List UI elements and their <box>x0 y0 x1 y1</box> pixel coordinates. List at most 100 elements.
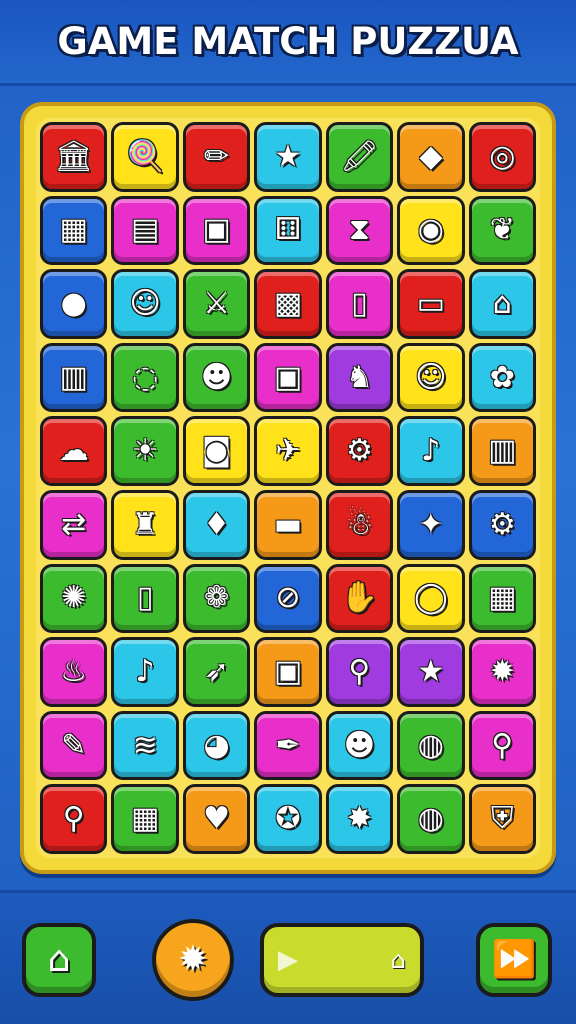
board-tile[interactable]: ✋ <box>325 563 394 634</box>
board-tile[interactable]: ▣ <box>254 637 322 707</box>
board-tile[interactable]: ◆ <box>397 122 465 192</box>
board-tile[interactable]: ⚙ <box>468 489 536 560</box>
board-tile[interactable]: ♥ <box>182 784 251 854</box>
board-tile[interactable]: ⧗ <box>325 195 394 266</box>
ring-donut-icon: ◯ <box>414 580 448 616</box>
board-tile[interactable]: ✹ <box>468 637 536 707</box>
home-button[interactable]: ⌂ <box>22 923 96 997</box>
play-panel[interactable]: ▶ ⌂ <box>260 923 424 997</box>
settings-button[interactable]: ✹ <box>152 919 234 1001</box>
board-tile[interactable]: ☺ <box>397 342 465 413</box>
board-tile[interactable]: ⇄ <box>40 489 108 560</box>
board-tile[interactable]: ✏ <box>182 122 251 192</box>
board-tile[interactable]: ♨ <box>40 637 108 707</box>
carousel-icon: ⌂ <box>492 285 512 321</box>
board-tile[interactable]: ◌ <box>111 342 179 413</box>
board-tile[interactable]: ☁ <box>40 416 108 486</box>
board-tile[interactable]: ◕ <box>182 710 251 781</box>
board-tile[interactable]: ▦ <box>468 563 536 634</box>
board-tile[interactable]: ⚙ <box>325 416 394 486</box>
board-tile[interactable]: ♞ <box>325 342 394 413</box>
board-tile[interactable]: ▩ <box>254 269 322 339</box>
board-tile[interactable]: ☺ <box>111 269 179 339</box>
board-tile[interactable]: ⚲ <box>325 637 394 707</box>
board-tile[interactable]: ✿ <box>468 342 536 413</box>
lens-icon: ⊘ <box>275 580 301 616</box>
board-tile[interactable]: ◎ <box>468 122 536 192</box>
board-tile[interactable]: ♦ <box>182 489 251 560</box>
splat-icon: ✸ <box>346 801 372 837</box>
board-tile[interactable]: ☃ <box>325 489 394 560</box>
board-tile[interactable]: ▭ <box>397 269 465 339</box>
board-tile[interactable]: ✒ <box>254 710 322 781</box>
board-tile[interactable]: ◍ <box>397 710 465 781</box>
board-tile[interactable]: ▯ <box>325 269 394 339</box>
card-icon: ▯ <box>351 285 368 321</box>
board-tile[interactable]: ☻ <box>182 342 251 413</box>
flower-icon: ✿ <box>489 359 515 395</box>
board-tile[interactable]: ⚔ <box>182 269 251 339</box>
settings-icon: ✹ <box>177 939 209 980</box>
board-tile[interactable]: ▯ <box>111 563 179 634</box>
board-tile[interactable]: ◙ <box>182 416 251 486</box>
crayon-icon: 🖍 <box>340 138 379 174</box>
board-tile[interactable]: ▦ <box>40 195 108 266</box>
board-tile[interactable]: ▣ <box>254 342 322 413</box>
devil-icon: ☻ <box>200 359 233 395</box>
board-tile[interactable]: ✺ <box>40 563 108 634</box>
board-tile[interactable]: ✦ <box>397 489 465 560</box>
puzzle-gear-icon: ⚙ <box>488 506 516 542</box>
phone-icon: ▤ <box>130 212 160 248</box>
board-tile[interactable]: ⊘ <box>254 563 322 634</box>
house-icon: ▦ <box>130 801 160 837</box>
board-tile[interactable]: ▥ <box>468 416 536 486</box>
board-tile[interactable]: ● <box>40 269 108 339</box>
board-tile[interactable]: ▬ <box>254 489 322 560</box>
sword-icon: ⚔ <box>203 285 231 321</box>
board-tile[interactable]: ⚲ <box>468 710 536 781</box>
board-tile[interactable]: ✎ <box>40 710 108 781</box>
shield-heart-icon: ♥ <box>203 801 231 837</box>
board-tile[interactable]: ♪ <box>397 416 465 486</box>
board-tile[interactable]: ◍ <box>397 784 465 854</box>
board-tile[interactable]: 🍭 <box>111 122 179 192</box>
board-tile[interactable]: ⌂ <box>468 269 536 339</box>
smartphone-icon: ▯ <box>136 580 154 616</box>
board-tile[interactable]: ★ <box>254 122 322 192</box>
fast-forward-button[interactable]: ⏩ <box>476 923 552 997</box>
board-tile[interactable]: ♪ <box>111 637 179 707</box>
board-tile[interactable]: ⛨ <box>468 784 536 854</box>
game-board-frame: 🏛 🍭 ✏ ★ 🖍 ◆ ◎ ▦ ▤ ▣ ⚅ ⧗ ◉ ❦ ● ☺ ⚔ ▩ ▯ ▭ ⌂ ▥ ◌ ☻ ▣ ♞ ☺ ✿ ☁ ☀ ◙ ✈ ⚙ ♪ ▥ ⇄ ♜ ♦ ▬ ☃… <box>20 102 556 874</box>
board-tile[interactable]: ◯ <box>397 563 465 634</box>
board-tile[interactable]: ✪ <box>254 784 322 854</box>
board-tile[interactable]: 🏛 <box>40 122 108 192</box>
board-tile[interactable]: ♜ <box>111 489 179 560</box>
ghost-icon: ☃ <box>345 506 373 542</box>
board-tile[interactable]: ▣ <box>182 195 251 266</box>
board-tile[interactable]: ☻ <box>325 710 394 781</box>
board-tile[interactable]: ❁ <box>182 563 251 634</box>
pizza-icon: ◍ <box>417 727 444 763</box>
board-tile[interactable]: ★ <box>397 637 465 707</box>
board-tile[interactable]: ◉ <box>397 195 465 266</box>
board-tile[interactable]: ❦ <box>468 195 536 266</box>
bottom-toolbar: ⌂ ✹ ▶ ⌂ ⏩ <box>0 890 576 1024</box>
board-tile[interactable]: ➶ <box>182 637 251 707</box>
temple-icon: 🏛 <box>54 138 93 174</box>
board-tile[interactable]: 🖍 <box>325 122 394 192</box>
hand-icon: ✋ <box>340 580 379 616</box>
unicorn-icon: ♞ <box>345 359 373 395</box>
board-tile[interactable]: ≋ <box>111 710 179 781</box>
bandage-icon: ▬ <box>273 506 303 542</box>
board-tile[interactable]: ✸ <box>325 784 394 854</box>
board-tile[interactable]: ▦ <box>111 784 179 854</box>
board-tile[interactable]: ▥ <box>40 342 108 413</box>
board-tile[interactable]: ⚅ <box>254 195 322 266</box>
board-tile[interactable]: ▤ <box>111 195 179 266</box>
donut-icon: ◌ <box>132 359 159 395</box>
dice-icon: ⚅ <box>274 212 302 248</box>
face-icon: ☺ <box>129 285 161 321</box>
board-tile[interactable]: ⚲ <box>40 784 108 854</box>
board-tile[interactable]: ☀ <box>111 416 179 486</box>
board-tile[interactable]: ✈ <box>254 416 322 486</box>
